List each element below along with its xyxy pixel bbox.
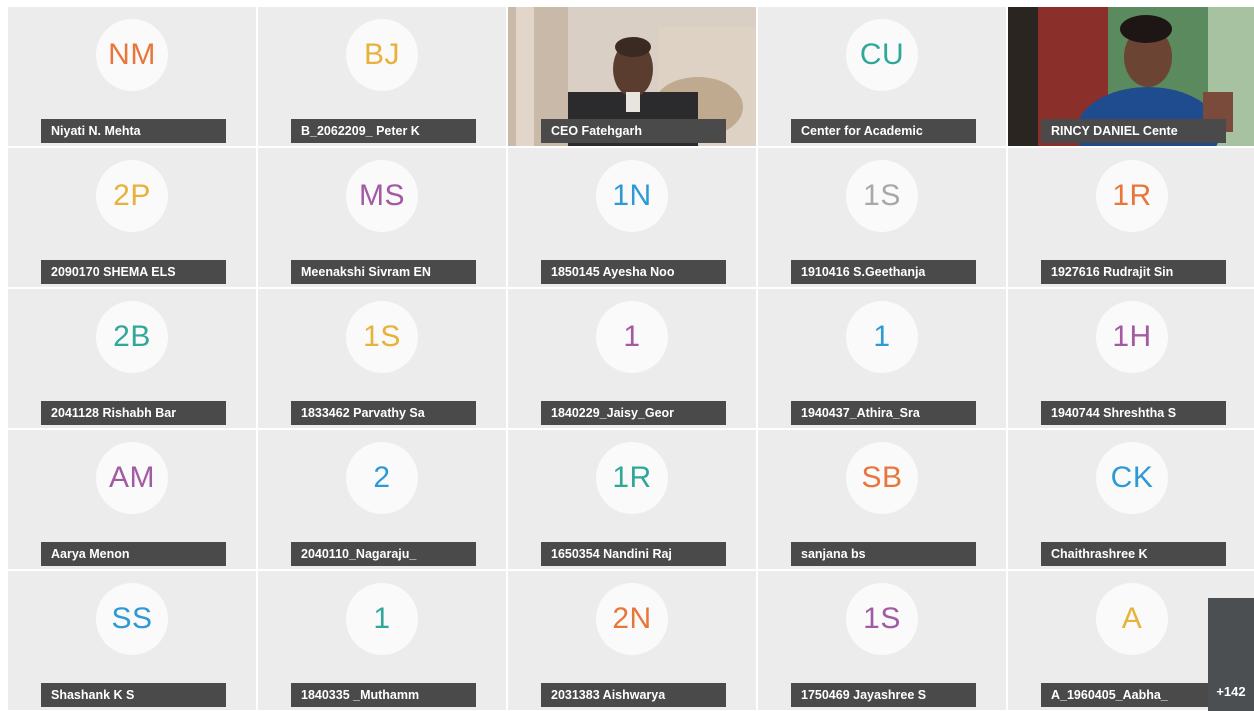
participant-name: A_1960405_Aabha_: [1041, 683, 1226, 707]
participant-tile[interactable]: 2N 2031383 Aishwarya: [508, 571, 756, 710]
participant-tile[interactable]: CK Chaithrashree K: [1008, 430, 1254, 569]
more-participants-button[interactable]: +142: [1208, 598, 1254, 711]
avatar: MS: [346, 160, 418, 232]
participant-tile[interactable]: 1S 1750469 Jayashree S: [758, 571, 1006, 710]
participant-name: Meenakshi Sivram EN: [291, 260, 476, 284]
avatar: CU: [846, 19, 918, 91]
avatar: 1R: [596, 442, 668, 514]
avatar: BJ: [346, 19, 418, 91]
participant-name: 2041128 Rishabh Bar: [41, 401, 226, 425]
participant-tile[interactable]: 1N 1850145 Ayesha Noo: [508, 148, 756, 287]
participant-name: 1940744 Shreshtha S: [1041, 401, 1226, 425]
participant-name: 1650354 Nandini Raj: [541, 542, 726, 566]
participant-name: 2031383 Aishwarya: [541, 683, 726, 707]
participant-name: Shashank K S: [41, 683, 226, 707]
participant-tile[interactable]: 1 1940437_Athira_Sra: [758, 289, 1006, 428]
avatar: 2: [346, 442, 418, 514]
participant-tile[interactable]: 1S 1910416 S.Geethanja: [758, 148, 1006, 287]
avatar: 1: [846, 301, 918, 373]
participant-name: 1833462 Parvathy Sa: [291, 401, 476, 425]
participant-name: 1840335 _Muthamm: [291, 683, 476, 707]
participant-video-tile[interactable]: CEO Fatehgarh: [508, 7, 756, 146]
participant-name: Niyati N. Mehta: [41, 119, 226, 143]
participant-name: RINCY DANIEL Cente: [1041, 119, 1226, 143]
participant-grid: NM Niyati N. Mehta BJ B_2062209_ Peter K…: [8, 7, 1254, 711]
participant-tile[interactable]: 2P 2090170 SHEMA ELS: [8, 148, 256, 287]
participant-tile[interactable]: 1S 1833462 Parvathy Sa: [258, 289, 506, 428]
avatar: 1: [596, 301, 668, 373]
participant-tile[interactable]: SS Shashank K S: [8, 571, 256, 710]
participant-tile[interactable]: 2 2040110_Nagaraju_: [258, 430, 506, 569]
participant-tile[interactable]: AM Aarya Menon: [8, 430, 256, 569]
avatar: 2B: [96, 301, 168, 373]
participant-tile[interactable]: 1R 1927616 Rudrajit Sin: [1008, 148, 1254, 287]
avatar: SB: [846, 442, 918, 514]
participant-tile[interactable]: SB sanjana bs: [758, 430, 1006, 569]
avatar: 1N: [596, 160, 668, 232]
participant-name: B_2062209_ Peter K: [291, 119, 476, 143]
avatar: 1R: [1096, 160, 1168, 232]
participant-video-tile[interactable]: RINCY DANIEL Cente: [1008, 7, 1254, 146]
participant-name: 1910416 S.Geethanja: [791, 260, 976, 284]
avatar: A: [1096, 583, 1168, 655]
participant-name: 1850145 Ayesha Noo: [541, 260, 726, 284]
participant-name: CEO Fatehgarh: [541, 119, 726, 143]
participant-name: Center for Academic: [791, 119, 976, 143]
participant-tile[interactable]: 1R 1650354 Nandini Raj: [508, 430, 756, 569]
avatar: 2P: [96, 160, 168, 232]
avatar: NM: [96, 19, 168, 91]
avatar: 1: [346, 583, 418, 655]
avatar: 1S: [846, 160, 918, 232]
participant-tile[interactable]: 1 1840335 _Muthamm: [258, 571, 506, 710]
avatar: CK: [1096, 442, 1168, 514]
avatar: 1S: [346, 301, 418, 373]
participant-name: 1927616 Rudrajit Sin: [1041, 260, 1226, 284]
participant-name: Chaithrashree K: [1041, 542, 1226, 566]
participant-tile[interactable]: 2B 2041128 Rishabh Bar: [8, 289, 256, 428]
avatar: SS: [96, 583, 168, 655]
participant-name: Aarya Menon: [41, 542, 226, 566]
participant-name: 2090170 SHEMA ELS: [41, 260, 226, 284]
participant-name: 2040110_Nagaraju_: [291, 542, 476, 566]
avatar: 1H: [1096, 301, 1168, 373]
participant-tile[interactable]: NM Niyati N. Mehta: [8, 7, 256, 146]
participant-tile[interactable]: 1 1840229_Jaisy_Geor: [508, 289, 756, 428]
participant-tile[interactable]: BJ B_2062209_ Peter K: [258, 7, 506, 146]
participant-tile[interactable]: CU Center for Academic: [758, 7, 1006, 146]
participant-name: 1940437_Athira_Sra: [791, 401, 976, 425]
participant-name: 1840229_Jaisy_Geor: [541, 401, 726, 425]
avatar: AM: [96, 442, 168, 514]
participant-tile[interactable]: MS Meenakshi Sivram EN: [258, 148, 506, 287]
more-count-label: +142: [1216, 684, 1246, 699]
avatar: 2N: [596, 583, 668, 655]
participant-name: 1750469 Jayashree S: [791, 683, 976, 707]
participant-name: sanjana bs: [791, 542, 976, 566]
participant-tile[interactable]: 1H 1940744 Shreshtha S: [1008, 289, 1254, 428]
avatar: 1S: [846, 583, 918, 655]
